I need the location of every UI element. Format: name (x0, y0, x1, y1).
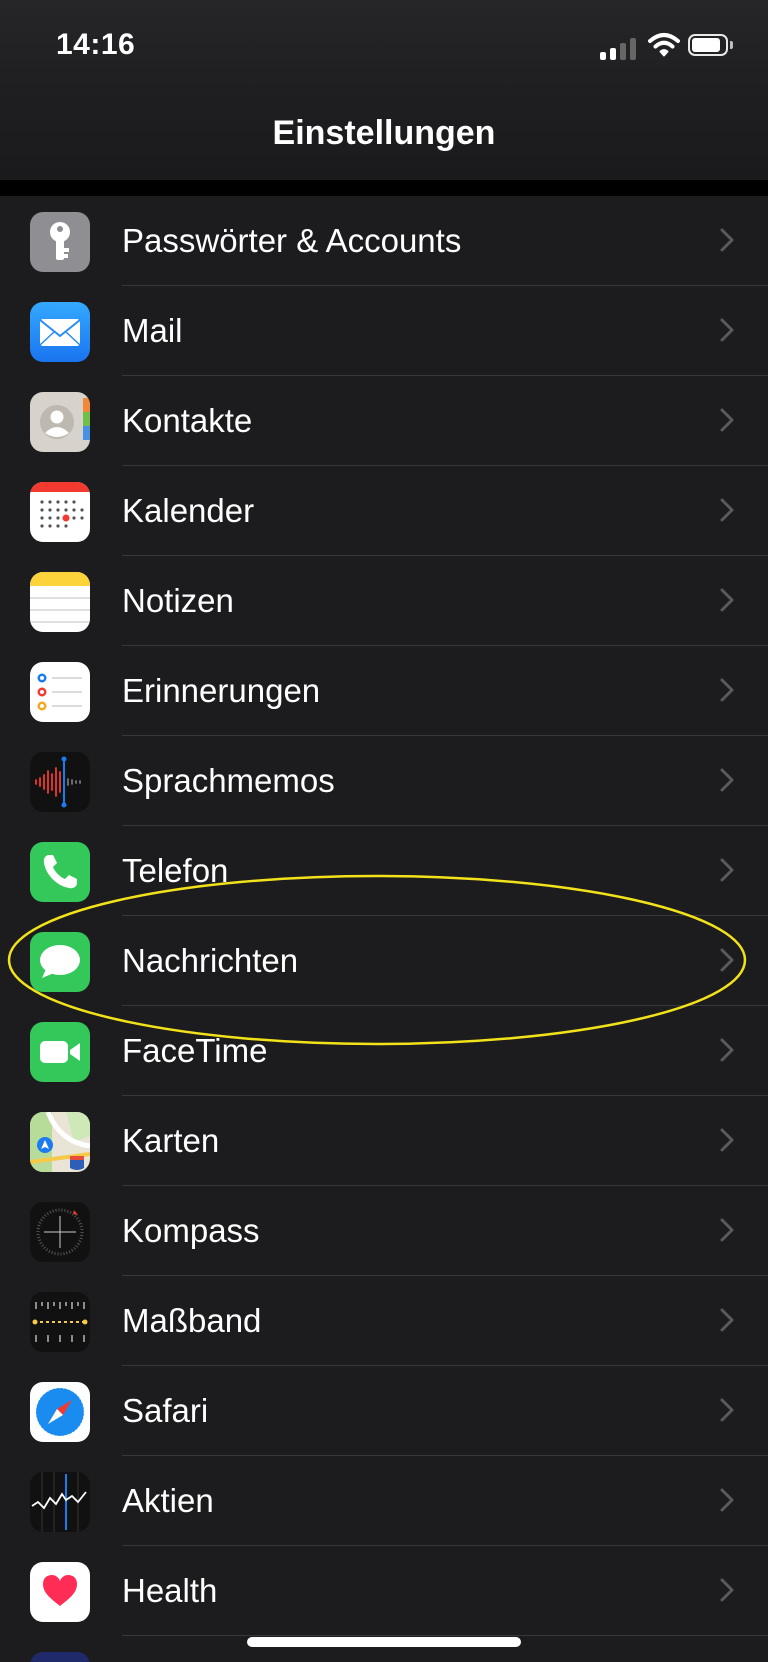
settings-item-sprachmemos[interactable]: Sprachmemos (0, 736, 768, 826)
stocks-icon (30, 1472, 90, 1532)
key-icon (30, 212, 90, 272)
settings-item-label: Erinnerungen (122, 672, 321, 709)
settings-item-label: Sprachmemos (122, 762, 335, 799)
chevron-right-icon (720, 498, 734, 522)
settings-item-label: Passwörter & Accounts (122, 222, 462, 259)
settings-item-label: Telefon (122, 852, 229, 889)
contacts-icon (30, 392, 90, 452)
chevron-right-icon (720, 1218, 734, 1242)
maps-icon (30, 1112, 90, 1172)
chevron-right-icon (720, 1308, 734, 1332)
settings-item-label: Kalender (122, 492, 255, 529)
settings-item-karten[interactable]: Karten (0, 1096, 768, 1186)
page-title: Einstellungen (272, 114, 496, 152)
app-icon (30, 1652, 90, 1662)
safari-icon (30, 1382, 90, 1442)
settings-item-passwoerter-accounts[interactable]: Passwörter & Accounts (0, 196, 768, 286)
settings-item-telefon[interactable]: Telefon (0, 826, 768, 916)
notes-icon (30, 572, 90, 632)
measure-icon (30, 1292, 90, 1352)
settings-item-erinnerungen[interactable]: Erinnerungen (0, 646, 768, 736)
settings-item-label: Kompass (122, 1212, 260, 1249)
chevron-right-icon (720, 1128, 734, 1152)
chevron-right-icon (720, 588, 734, 612)
settings-item-label: Kontakte (122, 402, 253, 439)
status-time: 14:16 (56, 28, 136, 61)
chevron-right-icon (720, 858, 734, 882)
settings-item-safari[interactable]: Safari (0, 1366, 768, 1456)
chevron-right-icon (720, 408, 734, 432)
settings-item-label: Nachrichten (122, 942, 299, 979)
navigation-bar: Einstellungen (0, 90, 768, 180)
settings-item-mail[interactable]: Mail (0, 286, 768, 376)
chevron-right-icon (720, 1488, 734, 1512)
status-bar: 14:16 (0, 0, 768, 90)
settings-item-aktien[interactable]: Aktien (0, 1456, 768, 1546)
settings-item-massband[interactable]: Maßband (0, 1276, 768, 1366)
facetime-icon (30, 1022, 90, 1082)
settings-item-facetime[interactable]: FaceTime (0, 1006, 768, 1096)
chevron-right-icon (720, 678, 734, 702)
calendar-icon (30, 482, 90, 542)
phone-icon (30, 842, 90, 902)
chevron-right-icon (720, 1398, 734, 1422)
chevron-right-icon (720, 1578, 734, 1602)
voice-memos-icon (30, 752, 90, 812)
messages-icon (30, 932, 90, 992)
cellular-signal-icon (600, 36, 640, 60)
chevron-right-icon (720, 228, 734, 252)
settings-item-notizen[interactable]: Notizen (0, 556, 768, 646)
settings-item-kompass[interactable]: Kompass (0, 1186, 768, 1276)
mail-icon (30, 302, 90, 362)
chevron-right-icon (720, 768, 734, 792)
compass-icon (30, 1202, 90, 1262)
settings-item-label: Karten (122, 1122, 220, 1159)
section-gap (0, 180, 768, 196)
settings-item-label: Maßband (122, 1302, 262, 1339)
settings-item-health[interactable]: Health (0, 1546, 768, 1636)
wifi-icon (648, 32, 680, 63)
health-icon (30, 1562, 90, 1622)
settings-item-label: Health (122, 1572, 218, 1609)
settings-item-label: Safari (122, 1392, 209, 1429)
settings-item-nachrichten[interactable]: Nachrichten (0, 916, 768, 1006)
settings-list: Passwörter & Accounts Mail Kontakte Kale… (0, 196, 768, 1662)
settings-item-label: Aktien (122, 1482, 214, 1519)
chevron-right-icon (720, 318, 734, 342)
reminders-icon (30, 662, 90, 722)
settings-item-label: Notizen (122, 582, 234, 619)
settings-item-label: Mail (122, 312, 183, 349)
chevron-right-icon (720, 1038, 734, 1062)
settings-item-label: FaceTime (122, 1032, 268, 1069)
home-indicator[interactable] (247, 1637, 521, 1647)
chevron-right-icon (720, 948, 734, 972)
settings-item-kalender[interactable]: Kalender (0, 466, 768, 556)
settings-item-kontakte[interactable]: Kontakte (0, 376, 768, 466)
battery-icon (688, 34, 734, 60)
